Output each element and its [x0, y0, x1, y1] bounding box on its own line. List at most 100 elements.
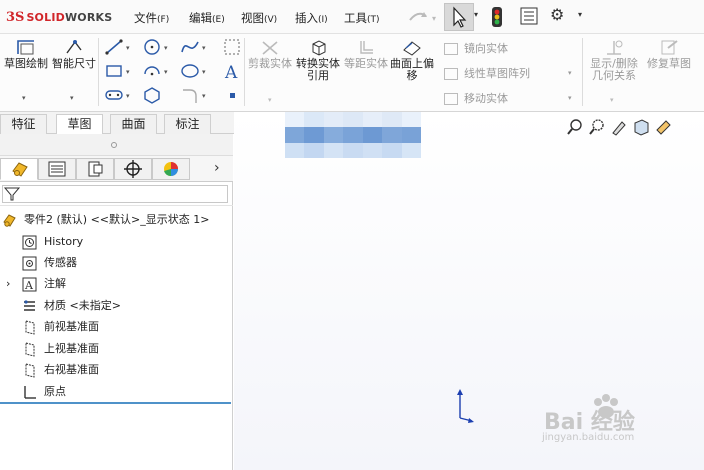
spline-icon[interactable]	[180, 38, 200, 56]
mirror-entities-button[interactable]: 镜向实体	[444, 40, 508, 56]
tree-item-part[interactable]: 零件2 (默认) <<默认>_显示状态 1>	[2, 210, 231, 230]
logo-works: WORKS	[64, 10, 113, 24]
relations-dropdown-icon[interactable]: ▾	[610, 96, 614, 104]
rectangle-dropdown-icon[interactable]: ▾	[126, 68, 130, 76]
ellipse-dropdown-icon[interactable]: ▾	[202, 68, 206, 76]
tree-item-label: 前视基准面	[44, 320, 99, 333]
fillet-icon[interactable]	[180, 86, 200, 104]
menu-tools[interactable]: 工具(T)	[344, 10, 380, 26]
tree-item-material[interactable]: 材质 <未指定>	[22, 296, 222, 316]
menu-edit[interactable]: 编辑(E)	[189, 10, 225, 26]
crosshair-icon	[124, 160, 142, 178]
filter-input[interactable]	[2, 185, 228, 203]
rectangle-icon[interactable]	[104, 62, 124, 80]
undo-button[interactable]: ▾	[404, 6, 440, 28]
configuration-manager-tab[interactable]	[76, 158, 114, 180]
fillet-dropdown-icon[interactable]: ▾	[202, 92, 206, 100]
repair-sketch-button[interactable]: 修复草图	[646, 38, 692, 70]
expand-annotations-icon[interactable]: ›	[6, 274, 20, 294]
view-orientation-icon[interactable]	[654, 118, 672, 136]
funnel-icon	[3, 187, 21, 201]
zoom-to-area-icon[interactable]	[588, 118, 606, 136]
trim-entities-button[interactable]: 剪裁实体	[248, 38, 292, 70]
menu-insert-label: 插入	[295, 11, 318, 25]
tree-item-front-plane[interactable]: 前视基准面	[22, 317, 222, 337]
line-dropdown-icon[interactable]: ▾	[126, 44, 130, 52]
convert-entities-button[interactable]: 转换实体引用	[296, 38, 340, 82]
convert-entities-icon	[312, 40, 326, 56]
smart-dimension-dropdown-icon[interactable]: ▾	[70, 94, 74, 102]
text-icon[interactable]: A	[222, 62, 242, 80]
arc-dropdown-icon[interactable]: ▾	[164, 68, 168, 76]
dimxpert-manager-tab[interactable]	[114, 158, 152, 180]
tree-item-top-plane[interactable]: 上视基准面	[22, 339, 222, 359]
move-dropdown-icon[interactable]: ▾	[568, 94, 572, 102]
material-icon	[24, 300, 35, 311]
tree-item-sensors[interactable]: 传感器	[22, 253, 222, 273]
tree-item-right-plane[interactable]: 右视基准面	[22, 360, 222, 380]
circle-icon[interactable]	[142, 38, 162, 56]
circle-dropdown-icon[interactable]: ▾	[164, 44, 168, 52]
menu-file[interactable]: 文件(F)	[134, 10, 169, 26]
tab-sketch[interactable]: 草图	[56, 114, 103, 134]
tree-item-origin[interactable]: 原点	[22, 382, 222, 402]
origin-icon	[24, 386, 36, 399]
tree-rollback-bar[interactable]	[0, 402, 231, 404]
linear-pattern-dropdown-icon[interactable]: ▾	[568, 69, 572, 77]
tab-surfaces[interactable]: 曲面	[110, 114, 157, 134]
linear-pattern-button[interactable]: 线性草图阵列	[444, 65, 530, 81]
surface-offset-icon	[403, 41, 421, 56]
tab-markup[interactable]: 标注	[164, 114, 211, 134]
arc-icon[interactable]	[142, 62, 162, 80]
ds-logo-icon: 3S	[6, 9, 25, 25]
spline-dropdown-icon[interactable]: ▾	[202, 44, 206, 52]
move-entities-button[interactable]: 移动实体	[444, 90, 508, 106]
slot-icon[interactable]	[104, 86, 124, 104]
feature-manager-tab[interactable]	[0, 158, 38, 180]
menu-insert-key: (I)	[318, 15, 328, 25]
offset-entities-button[interactable]: 等距实体	[344, 38, 388, 70]
zoom-to-fit-icon[interactable]	[566, 118, 584, 136]
trim-dropdown-icon[interactable]: ▾	[268, 96, 272, 104]
watermark-url: jingyan.baidu.com	[542, 432, 635, 443]
options-dropdown-icon[interactable]: ▾	[578, 10, 582, 19]
tree-item-label: 上视基准面	[44, 342, 99, 355]
file-properties-button[interactable]	[520, 7, 538, 25]
panel-collapse-bar[interactable]	[0, 134, 233, 156]
property-manager-tab[interactable]	[38, 158, 76, 180]
tree-item-label: 原点	[44, 385, 66, 398]
menu-insert[interactable]: 插入(I)	[295, 10, 328, 26]
display-manager-tab[interactable]	[152, 158, 190, 180]
undo-arrow-icon: ▾	[409, 12, 436, 23]
more-tabs-icon[interactable]: ›	[214, 160, 220, 176]
line-icon[interactable]	[104, 38, 124, 56]
section-view-icon[interactable]	[632, 118, 650, 136]
collapse-handle-icon[interactable]	[111, 142, 117, 148]
rebuild-button[interactable]	[490, 6, 504, 28]
slot-dropdown-icon[interactable]: ▾	[126, 92, 130, 100]
tree-item-history[interactable]: History	[22, 232, 222, 252]
surface-offset-button[interactable]: 曲面上偏移	[390, 38, 434, 82]
tree-item-annotations[interactable]: A 注解	[22, 274, 222, 294]
gear-icon[interactable]: ⚙	[550, 5, 564, 24]
solidworks-window: 3S SOLIDWORKS 文件(F) 编辑(E) 视图(V) 插入(I) 工具…	[0, 0, 704, 470]
point-icon[interactable]	[222, 86, 242, 104]
tab-features[interactable]: 特征	[0, 114, 47, 134]
dotted-grid-icon[interactable]	[222, 38, 242, 56]
tree-item-label: 材质 <未指定>	[44, 299, 121, 312]
polygon-icon[interactable]	[142, 86, 162, 104]
tree-item-label: 注解	[44, 277, 66, 290]
linear-pattern-icon	[444, 68, 458, 80]
sketch-dropdown-icon[interactable]: ▾	[22, 94, 26, 102]
show-delete-relations-button[interactable]: 显示/删除几何关系	[586, 38, 642, 82]
select-dropdown-icon[interactable]: ▾	[474, 10, 478, 19]
menu-edit-key: (E)	[212, 15, 225, 25]
select-button[interactable]	[444, 3, 474, 31]
sketch-button[interactable]: 草图绘制	[4, 38, 48, 70]
repair-sketch-icon	[661, 40, 678, 55]
ellipse-icon[interactable]	[180, 62, 200, 80]
smart-dimension-button[interactable]: 智能尺寸	[52, 38, 96, 70]
previous-view-icon[interactable]	[610, 118, 628, 136]
menu-view[interactable]: 视图(V)	[241, 10, 277, 26]
plane-icon	[25, 320, 35, 335]
